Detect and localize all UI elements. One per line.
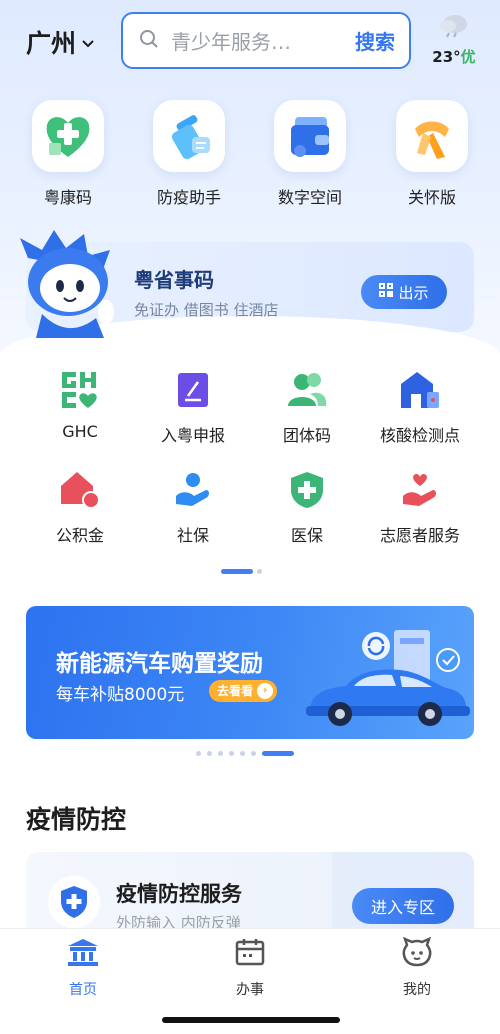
service-entry-declaration[interactable]: 入粤申报 <box>133 370 253 446</box>
social-security-icon <box>133 470 253 510</box>
service-label: 社保 <box>176 526 209 545</box>
page-dot <box>257 569 262 574</box>
quick-action-label: 防疫助手 <box>156 188 221 207</box>
quick-action-epidemic-assistant[interactable]: 防疫助手 <box>134 100 244 208</box>
service-group-code[interactable]: 团体码 <box>247 370 367 446</box>
housing-fund-icon <box>20 470 140 510</box>
weather-temp: 23°优 <box>432 48 476 66</box>
quick-action-digital-space[interactable]: 数字空间 <box>255 100 365 208</box>
promo-cta-label: 去看看 <box>217 684 254 698</box>
tab-services[interactable]: 办事 <box>200 937 300 999</box>
tab-home[interactable]: 首页 <box>33 937 133 999</box>
weather-widget[interactable]: 23°优 <box>428 12 480 70</box>
service-testing-site[interactable]: 核酸检测点 <box>360 370 480 446</box>
service-medical-insurance[interactable]: 医保 <box>247 470 367 546</box>
page-dot <box>218 751 223 756</box>
wallet-icon <box>274 100 346 172</box>
profile-face-icon <box>367 937 467 967</box>
service-label: 入粤申报 <box>160 426 225 445</box>
header: 广州 青少年服务… 搜索 23°优 <box>0 0 500 88</box>
service-card-title: 疫情防控服务 <box>116 882 242 906</box>
mascot-illustration <box>14 228 122 340</box>
yue-code-subtitle: 免证办 借图书 住酒店 <box>134 301 279 319</box>
search-input[interactable]: 青少年服务… <box>171 26 355 55</box>
tab-label: 首页 <box>69 982 97 998</box>
service-label: 团体码 <box>282 426 331 445</box>
city-label: 广州 <box>26 29 77 58</box>
promo-page-indicator <box>196 751 294 756</box>
service-label: 公积金 <box>55 526 104 545</box>
quick-action-label: 关怀版 <box>407 188 456 207</box>
quick-actions: 粤康码 防疫助手 数字空间 关怀版 <box>0 100 500 210</box>
service-label: 核酸检测点 <box>379 426 460 445</box>
calendar-icon <box>200 937 300 967</box>
quick-action-label: 粤康码 <box>43 188 92 207</box>
volunteer-icon <box>360 470 480 510</box>
promo-banner[interactable]: 新能源汽车购置奖励 每车补贴8000元 去看看 › <box>26 606 474 739</box>
group-icon <box>247 370 367 410</box>
arrow-right-icon: › <box>257 683 274 699</box>
declaration-icon <box>133 370 253 410</box>
scarf-icon <box>396 100 468 172</box>
service-ghc[interactable]: GHC <box>20 370 140 441</box>
electric-car-illustration <box>296 626 474 736</box>
page-dot <box>207 751 212 756</box>
spray-icon <box>153 100 225 172</box>
tab-label: 办事 <box>236 982 264 998</box>
qr-grid-icon <box>379 283 394 301</box>
home-icon <box>33 937 133 967</box>
yue-code-title: 粤省事码 <box>134 268 214 292</box>
section-title: 疫情防控 <box>26 805 127 834</box>
page-dot <box>251 751 256 756</box>
chevron-down-icon <box>82 36 94 52</box>
page-dot <box>229 751 234 756</box>
promo-title: 新能源汽车购置奖励 <box>56 651 263 677</box>
show-code-button[interactable]: 出示 <box>361 275 447 309</box>
enter-zone-button[interactable]: 进入专区 <box>352 888 454 924</box>
tab-profile[interactable]: 我的 <box>367 937 467 999</box>
search-button[interactable]: 搜索 <box>355 26 395 55</box>
promo-subtitle: 每车补贴8000元 <box>56 685 185 705</box>
quick-action-label: 数字空间 <box>277 188 342 207</box>
health-code-icon <box>32 100 104 172</box>
show-code-label: 出示 <box>398 283 429 302</box>
shield-icon <box>48 876 100 928</box>
promo-cta-button[interactable]: 去看看 › <box>209 680 278 702</box>
service-social-security[interactable]: 社保 <box>133 470 253 546</box>
page-dot <box>240 751 245 756</box>
page-dot <box>196 751 201 756</box>
tab-label: 我的 <box>403 982 431 998</box>
search-icon <box>139 29 159 53</box>
service-label: GHC <box>62 422 98 441</box>
quick-action-care-version[interactable]: 关怀版 <box>377 100 487 208</box>
page-dot-active <box>221 569 253 574</box>
city-selector[interactable]: 广州 <box>26 24 94 60</box>
home-indicator <box>162 1017 340 1023</box>
cloud-rain-icon <box>437 12 471 42</box>
page-dot-active <box>262 751 294 756</box>
service-label: 志愿者服务 <box>379 526 460 545</box>
testing-site-icon <box>360 370 480 410</box>
search-box[interactable]: 青少年服务… 搜索 <box>121 12 411 69</box>
service-volunteer[interactable]: 志愿者服务 <box>360 470 480 546</box>
service-housing-fund[interactable]: 公积金 <box>20 470 140 546</box>
quick-action-health-code[interactable]: 粤康码 <box>13 100 123 208</box>
service-label: 医保 <box>290 526 323 545</box>
medical-insurance-icon <box>247 470 367 510</box>
ghc-icon <box>20 370 140 410</box>
services-grid: GHC 入粤申报 团体码 核酸检测点 公积金 社保 医保 志愿者服务 <box>0 370 500 550</box>
services-page-indicator <box>221 569 262 574</box>
